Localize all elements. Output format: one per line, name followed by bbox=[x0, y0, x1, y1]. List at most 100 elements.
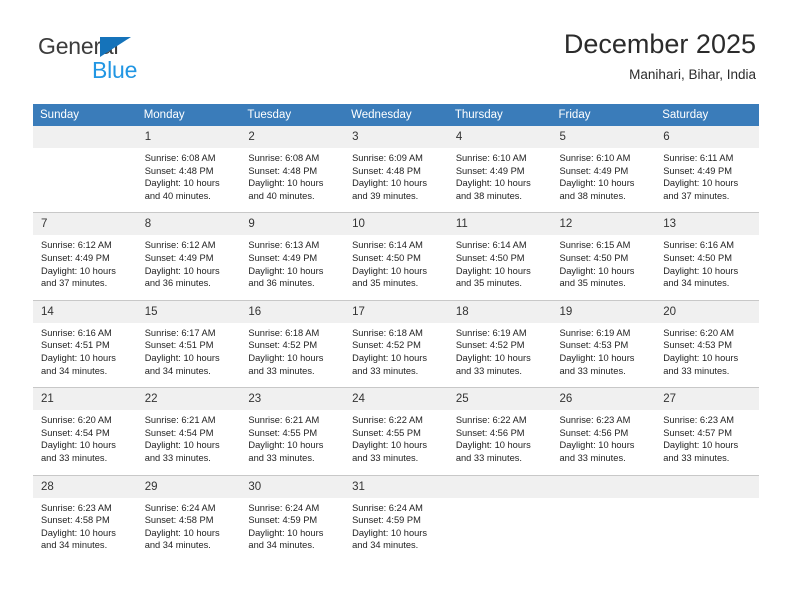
daylight-text-line1: Daylight: 10 hours bbox=[248, 178, 324, 189]
day-number: 21 bbox=[33, 388, 137, 411]
sunset-text: Sunset: 4:52 PM bbox=[352, 340, 421, 351]
day-cell[interactable]: 2 Sunrise: 6:08 AM Sunset: 4:48 PM Dayli… bbox=[240, 126, 345, 213]
daylight-text-line1: Daylight: 10 hours bbox=[352, 352, 428, 363]
day-number: 11 bbox=[447, 213, 552, 236]
day-cell[interactable]: 7 Sunrise: 6:12 AM Sunset: 4:49 PM Dayli… bbox=[33, 212, 137, 301]
sunrise-text: Sunrise: 6:23 AM bbox=[41, 502, 112, 513]
day-cell[interactable]: 16 Sunrise: 6:18 AM Sunset: 4:52 PM Dayl… bbox=[240, 299, 345, 388]
day-cell[interactable]: 8 Sunrise: 6:12 AM Sunset: 4:49 PM Dayli… bbox=[136, 212, 241, 301]
daylight-text-line1: Daylight: 10 hours bbox=[352, 440, 428, 451]
daylight-text-line1: Daylight: 10 hours bbox=[144, 440, 220, 451]
day-number: 14 bbox=[33, 300, 137, 323]
day-details: Sunrise: 6:12 AM Sunset: 4:49 PM Dayligh… bbox=[137, 235, 241, 299]
day-cell[interactable]: 18 Sunrise: 6:19 AM Sunset: 4:52 PM Dayl… bbox=[447, 299, 552, 388]
day-cell[interactable]: 26 Sunrise: 6:23 AM Sunset: 4:56 PM Dayl… bbox=[551, 387, 656, 475]
day-number: 26 bbox=[551, 388, 656, 411]
day-cell bbox=[655, 474, 759, 562]
general-blue-logo[interactable]: General Blue bbox=[38, 33, 238, 85]
daylight-text-line1: Daylight: 10 hours bbox=[559, 440, 635, 451]
day-cell[interactable]: 31 Sunrise: 6:24 AM Sunset: 4:59 PM Dayl… bbox=[344, 474, 448, 562]
day-details: Sunrise: 6:08 AM Sunset: 4:48 PM Dayligh… bbox=[137, 148, 241, 212]
sunrise-text: Sunrise: 6:14 AM bbox=[455, 240, 527, 251]
daylight-text-line2: and 36 minutes. bbox=[144, 278, 211, 289]
daylight-text-line2: and 35 minutes. bbox=[352, 278, 419, 289]
day-cell[interactable]: 3 Sunrise: 6:09 AM Sunset: 4:48 PM Dayli… bbox=[344, 126, 448, 213]
weekday-header-wednesday: Wednesday bbox=[344, 104, 448, 126]
day-cell[interactable]: 27 Sunrise: 6:23 AM Sunset: 4:57 PM Dayl… bbox=[655, 387, 759, 475]
day-cell[interactable]: 23 Sunrise: 6:21 AM Sunset: 4:55 PM Dayl… bbox=[240, 387, 345, 475]
day-cell[interactable]: 4 Sunrise: 6:10 AM Sunset: 4:49 PM Dayli… bbox=[447, 126, 552, 213]
day-details: Sunrise: 6:13 AM Sunset: 4:49 PM Dayligh… bbox=[240, 235, 344, 299]
day-cell[interactable]: 21 Sunrise: 6:20 AM Sunset: 4:54 PM Dayl… bbox=[33, 387, 137, 475]
day-cell[interactable]: 30 Sunrise: 6:24 AM Sunset: 4:59 PM Dayl… bbox=[240, 474, 345, 562]
day-cell[interactable]: 20 Sunrise: 6:20 AM Sunset: 4:53 PM Dayl… bbox=[655, 299, 759, 388]
sunrise-text: Sunrise: 6:19 AM bbox=[455, 327, 527, 338]
day-cell[interactable]: 15 Sunrise: 6:17 AM Sunset: 4:51 PM Dayl… bbox=[136, 299, 241, 388]
day-number bbox=[33, 126, 137, 148]
daylight-text-line2: and 33 minutes. bbox=[248, 452, 315, 463]
day-cell[interactable]: 24 Sunrise: 6:22 AM Sunset: 4:55 PM Dayl… bbox=[344, 387, 448, 475]
sunrise-text: Sunrise: 6:19 AM bbox=[559, 327, 631, 338]
day-details: Sunrise: 6:09 AM Sunset: 4:48 PM Dayligh… bbox=[344, 148, 448, 212]
sunrise-text: Sunrise: 6:20 AM bbox=[663, 327, 735, 338]
day-number: 30 bbox=[240, 475, 345, 498]
day-cell[interactable]: 5 Sunrise: 6:10 AM Sunset: 4:49 PM Dayli… bbox=[551, 126, 656, 213]
sunset-text: Sunset: 4:48 PM bbox=[144, 165, 214, 176]
sunrise-text: Sunrise: 6:15 AM bbox=[559, 240, 631, 251]
day-details: Sunrise: 6:20 AM Sunset: 4:54 PM Dayligh… bbox=[33, 410, 137, 474]
daylight-text-line2: and 33 minutes. bbox=[455, 452, 522, 463]
daylight-text-line1: Daylight: 10 hours bbox=[352, 265, 428, 276]
day-number: 20 bbox=[655, 300, 759, 323]
day-cell[interactable]: 22 Sunrise: 6:21 AM Sunset: 4:54 PM Dayl… bbox=[136, 387, 241, 475]
day-cell[interactable]: 28 Sunrise: 6:23 AM Sunset: 4:58 PM Dayl… bbox=[33, 474, 137, 562]
day-number bbox=[551, 475, 656, 498]
sunset-text: Sunset: 4:59 PM bbox=[248, 515, 318, 526]
sunrise-text: Sunrise: 6:23 AM bbox=[559, 415, 631, 426]
location-subtitle: Manihari, Bihar, India bbox=[629, 67, 756, 82]
sunset-text: Sunset: 4:50 PM bbox=[559, 252, 629, 263]
sunset-text: Sunset: 4:53 PM bbox=[559, 340, 629, 351]
weekday-header-sunday: Sunday bbox=[33, 104, 137, 126]
day-number: 24 bbox=[344, 388, 448, 411]
day-details: Sunrise: 6:15 AM Sunset: 4:50 PM Dayligh… bbox=[552, 235, 656, 299]
sunrise-text: Sunrise: 6:23 AM bbox=[663, 415, 735, 426]
sunrise-text: Sunrise: 6:24 AM bbox=[352, 502, 423, 513]
daylight-text-line2: and 33 minutes. bbox=[248, 365, 315, 376]
sunrise-text: Sunrise: 6:21 AM bbox=[144, 415, 216, 426]
day-cell bbox=[447, 474, 552, 562]
day-cell[interactable]: 9 Sunrise: 6:13 AM Sunset: 4:49 PM Dayli… bbox=[240, 212, 345, 301]
day-cell[interactable]: 12 Sunrise: 6:15 AM Sunset: 4:50 PM Dayl… bbox=[551, 212, 656, 301]
sunrise-text: Sunrise: 6:21 AM bbox=[248, 415, 320, 426]
sunset-text: Sunset: 4:49 PM bbox=[663, 165, 732, 176]
day-cell[interactable]: 6 Sunrise: 6:11 AM Sunset: 4:49 PM Dayli… bbox=[655, 126, 759, 213]
day-number: 29 bbox=[136, 475, 241, 498]
day-cell[interactable]: 17 Sunrise: 6:18 AM Sunset: 4:52 PM Dayl… bbox=[344, 299, 448, 388]
day-cell[interactable]: 11 Sunrise: 6:14 AM Sunset: 4:50 PM Dayl… bbox=[447, 212, 552, 301]
sunset-text: Sunset: 4:49 PM bbox=[144, 252, 214, 263]
calendar-page: General Blue December 2025 Manihari, Bih… bbox=[0, 0, 792, 612]
day-number: 31 bbox=[344, 475, 448, 498]
day-cell[interactable]: 10 Sunrise: 6:14 AM Sunset: 4:50 PM Dayl… bbox=[344, 212, 448, 301]
logo-text-blue: Blue bbox=[92, 57, 138, 83]
day-cell[interactable]: 13 Sunrise: 6:16 AM Sunset: 4:50 PM Dayl… bbox=[655, 212, 759, 301]
day-number: 6 bbox=[655, 126, 759, 148]
sunrise-text: Sunrise: 6:14 AM bbox=[352, 240, 423, 251]
day-cell[interactable]: 25 Sunrise: 6:22 AM Sunset: 4:56 PM Dayl… bbox=[447, 387, 552, 475]
day-details: Sunrise: 6:18 AM Sunset: 4:52 PM Dayligh… bbox=[240, 323, 344, 387]
daylight-text-line1: Daylight: 10 hours bbox=[663, 265, 739, 276]
sunrise-text: Sunrise: 6:17 AM bbox=[144, 327, 216, 338]
day-cell[interactable]: 29 Sunrise: 6:24 AM Sunset: 4:58 PM Dayl… bbox=[136, 474, 241, 562]
day-cell[interactable]: 1 Sunrise: 6:08 AM Sunset: 4:48 PM Dayli… bbox=[136, 126, 241, 213]
day-number: 3 bbox=[344, 126, 448, 148]
day-details: Sunrise: 6:18 AM Sunset: 4:52 PM Dayligh… bbox=[344, 323, 448, 387]
sunset-text: Sunset: 4:52 PM bbox=[248, 340, 318, 351]
day-details: Sunrise: 6:22 AM Sunset: 4:56 PM Dayligh… bbox=[448, 410, 552, 474]
day-cell[interactable]: 19 Sunrise: 6:19 AM Sunset: 4:53 PM Dayl… bbox=[551, 299, 656, 388]
sunset-text: Sunset: 4:56 PM bbox=[455, 427, 525, 438]
daylight-text-line1: Daylight: 10 hours bbox=[455, 352, 531, 363]
day-number: 25 bbox=[447, 388, 552, 411]
sunrise-sunset-calendar-table: Sunday Monday Tuesday Wednesday Thursday… bbox=[33, 104, 759, 562]
day-cell[interactable]: 14 Sunrise: 6:16 AM Sunset: 4:51 PM Dayl… bbox=[33, 299, 137, 388]
day-number: 1 bbox=[136, 126, 241, 148]
day-details: Sunrise: 6:17 AM Sunset: 4:51 PM Dayligh… bbox=[137, 323, 241, 387]
